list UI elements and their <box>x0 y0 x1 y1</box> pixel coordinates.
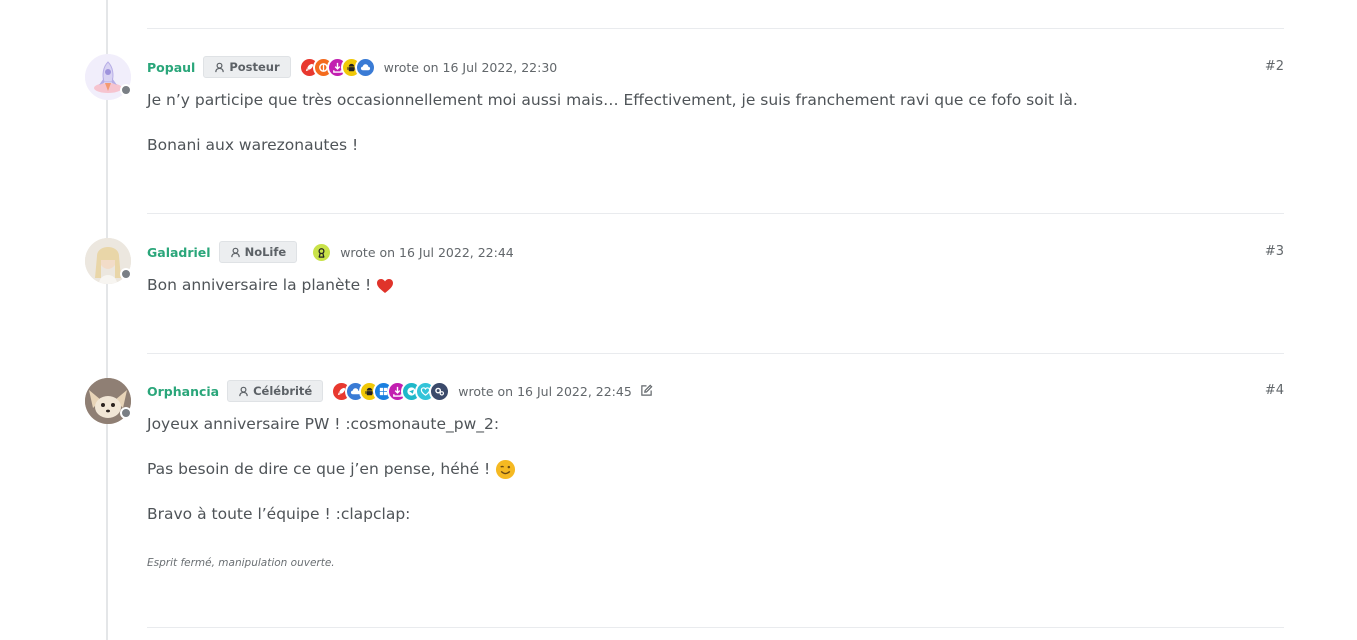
post-meta: Orphancia Célébrité wrote on 16 Jul 2022… <box>147 379 653 403</box>
user-badges <box>331 380 451 402</box>
edit-icon[interactable] <box>640 382 653 401</box>
post-meta: Galadriel NoLife wrote on 16 Jul 2022, 2… <box>147 240 514 264</box>
user-icon <box>239 386 248 396</box>
post-divider <box>147 213 1284 214</box>
user-icon <box>215 62 225 72</box>
offline-status-dot <box>120 407 132 419</box>
post-paragraph-text: Bon anniversaire la planète ! <box>147 276 372 294</box>
post-timestamp[interactable]: wrote on 16 Jul 2022, 22:30 <box>384 60 558 75</box>
group-badge-label: NoLife <box>244 245 287 259</box>
post-divider <box>147 627 1284 628</box>
post-paragraph: Bravo à toute l’équipe ! :clapclap: <box>147 505 411 523</box>
user-badges <box>305 241 333 263</box>
user-signature: Esprit fermé, manipulation ouverte. <box>147 557 335 569</box>
username[interactable]: Popaul <box>147 60 195 75</box>
offline-status-dot <box>120 268 132 280</box>
group-badge-label: Célébrité <box>253 384 313 398</box>
post-timestamp[interactable]: wrote on 16 Jul 2022, 22:44 <box>340 245 514 260</box>
group-badge-label: Posteur <box>229 60 280 74</box>
post-divider <box>147 28 1284 29</box>
user-badges <box>298 56 376 78</box>
post-timestamp[interactable]: wrote on 16 Jul 2022, 22:45 <box>458 384 632 399</box>
post-index-link[interactable]: #4 <box>1265 383 1284 398</box>
offline-status-dot <box>120 84 132 96</box>
user-icon <box>230 247 240 257</box>
wink-emoji-icon <box>496 459 516 480</box>
heart-emoji-icon <box>377 278 394 293</box>
gears-icon[interactable] <box>429 380 451 402</box>
username[interactable]: Galadriel <box>147 245 211 260</box>
post-meta: Popaul Posteur wrote on 16 Jul 2022, 22:… <box>147 55 557 79</box>
post-index-link[interactable]: #3 <box>1265 244 1284 259</box>
post-paragraph: Pas besoin de dire ce que j’en pense, hé… <box>147 459 516 480</box>
post-paragraph: Je n’y participe que très occasionnellem… <box>147 91 1078 109</box>
post-divider <box>147 353 1284 354</box>
group-badge[interactable]: Célébrité <box>227 380 324 402</box>
username[interactable]: Orphancia <box>147 384 219 399</box>
post-paragraph: Bonani aux warezonautes ! <box>147 136 359 154</box>
post-paragraph: Joyeux anniversaire PW ! :cosmonaute_pw_… <box>147 415 500 433</box>
post-paragraph-text: Pas besoin de dire ce que j’en pense, hé… <box>147 460 491 478</box>
post-index-link[interactable]: #2 <box>1265 59 1284 74</box>
cloud-upload-icon[interactable] <box>354 56 376 78</box>
group-badge[interactable]: Posteur <box>203 56 291 78</box>
group-badge[interactable]: NoLife <box>218 241 298 263</box>
post-paragraph: Bon anniversaire la planète ! <box>147 276 394 294</box>
user-award-icon[interactable] <box>311 241 333 263</box>
